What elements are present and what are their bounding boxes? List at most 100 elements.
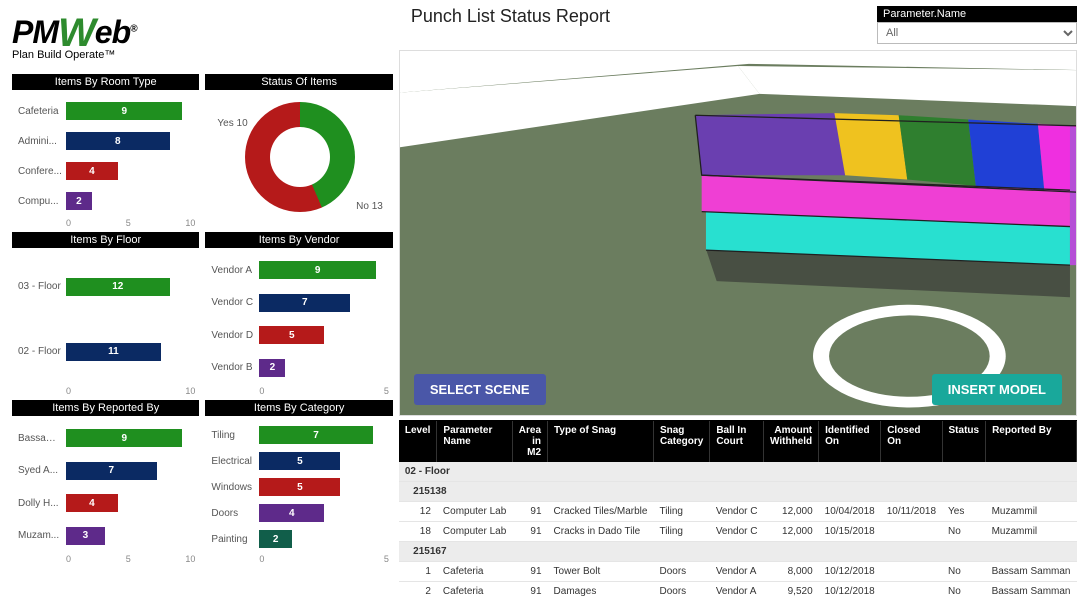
column-header[interactable]: Reported By [986, 421, 1077, 462]
axis-tick: 5 [384, 386, 389, 396]
bar: 7 [259, 294, 350, 312]
column-header[interactable]: Amount Withheld [764, 421, 819, 462]
bar: 8 [66, 132, 170, 150]
axis-tick: 10 [185, 218, 195, 228]
axis-tick: 5 [126, 218, 131, 228]
logo: PMWeb® Plan Build Operate™ [12, 4, 393, 74]
bar-label: Windows [211, 482, 259, 493]
bar-label: Painting [211, 534, 259, 545]
bar: 5 [259, 452, 340, 470]
chart-floor: Items By Floor 03 - Floor12 02 - Floor11 0… [12, 232, 199, 398]
logo-w: W [58, 11, 95, 55]
table-row[interactable]: 2Cafeteria91DamagesDoorsVendor A9,52010/… [399, 582, 1077, 601]
bar-row: Electrical5 [211, 450, 388, 472]
bar-label: Compu... [18, 196, 66, 207]
bar-row: Painting2 [211, 528, 388, 550]
column-header[interactable]: Snag Category [653, 421, 709, 462]
bar-label: Muzam... [18, 530, 66, 541]
bar-label: Cafeteria [18, 106, 66, 117]
bar: 7 [259, 426, 372, 444]
bar-label: Syed A... [18, 465, 66, 476]
insert-model-button[interactable]: INSERT MODEL [932, 374, 1062, 405]
bar-row: Admini...8 [18, 130, 195, 152]
bar: 5 [259, 326, 324, 344]
column-header[interactable]: Closed On [881, 421, 942, 462]
bar-label: Electrical [211, 456, 259, 467]
bar-label: Vendor A [211, 265, 259, 276]
bar-row: Dolly H...4 [18, 492, 195, 514]
bar-row: Vendor A9 [211, 259, 388, 281]
table-group-row[interactable]: 215138 [399, 482, 1077, 502]
axis-tick: 10 [185, 554, 195, 564]
bar: 4 [259, 504, 324, 522]
bar-label: 02 - Floor [18, 346, 66, 357]
select-scene-button[interactable]: SELECT SCENE [414, 374, 546, 405]
axis-tick: 5 [384, 554, 389, 564]
column-header[interactable]: Status [942, 421, 986, 462]
bar-row: Confere...4 [18, 160, 195, 182]
bar-row: Bassam...9 [18, 427, 195, 449]
bar-row: Cafeteria9 [18, 100, 195, 122]
column-header[interactable]: Identified On [819, 421, 881, 462]
bar: 2 [66, 192, 92, 210]
donut-chart [245, 102, 355, 212]
logo-post: eb [95, 14, 130, 50]
column-header[interactable]: Level [399, 421, 437, 462]
table-row[interactable]: 18Computer Lab91Cracks in Dado TileTilin… [399, 522, 1077, 542]
table-row[interactable]: 1Cafeteria91Tower BoltDoorsVendor A8,000… [399, 562, 1077, 582]
bar: 4 [66, 162, 118, 180]
chart-title: Items By Reported By [12, 400, 199, 416]
bar: 9 [66, 429, 182, 447]
table-group-row[interactable]: 02 - Floor [399, 462, 1077, 482]
bar-label: Vendor B [211, 362, 259, 373]
parameter-label: Parameter.Name [877, 6, 1077, 22]
bar: 4 [66, 494, 118, 512]
page-title: Punch List Status Report [411, 6, 877, 27]
axis-tick: 5 [126, 554, 131, 564]
column-header[interactable]: Ball In Court [710, 421, 764, 462]
chart-category: Items By Category Tiling7Electrical5Wind… [205, 400, 392, 566]
bar-label: Bassam... [18, 433, 66, 444]
model-viewer[interactable]: SELECT SCENE INSERT MODEL [399, 50, 1077, 416]
axis-tick: 0 [66, 386, 71, 396]
donut-label-no: No 13 [356, 201, 383, 212]
chart-title: Items By Category [205, 400, 392, 416]
chart-status: Status Of Items Yes 10 No 13 [205, 74, 392, 230]
bar-label: 03 - Floor [18, 281, 66, 292]
chart-reported-by: Items By Reported By Bassam...9 Syed A...… [12, 400, 199, 566]
column-header[interactable]: Area in M2 [512, 421, 547, 462]
column-header[interactable]: Type of Snag [548, 421, 654, 462]
bar: 7 [66, 462, 157, 480]
bar-row: Doors4 [211, 502, 388, 524]
data-table[interactable]: LevelParameter NameArea in M2Type of Sna… [399, 420, 1077, 600]
parameter-select[interactable]: All [877, 22, 1077, 44]
bar-row: Syed A...7 [18, 460, 195, 482]
axis-tick: 0 [66, 218, 71, 228]
bar: 11 [66, 343, 161, 361]
bar: 5 [259, 478, 340, 496]
table-row[interactable]: 12Computer Lab91Cracked Tiles/MarbleTili… [399, 502, 1077, 522]
bar: 12 [66, 278, 170, 296]
bar-label: Dolly H... [18, 498, 66, 509]
axis-tick: 0 [66, 554, 71, 564]
bar-row: Compu...2 [18, 190, 195, 212]
bar-label: Doors [211, 508, 259, 519]
chart-vendor: Items By Vendor Vendor A9 Vendor C7 Vendor… [205, 232, 392, 398]
axis-tick: 0 [259, 386, 264, 396]
bar-row: Vendor D5 [211, 324, 388, 346]
chart-title: Items By Vendor [205, 232, 392, 248]
bar-label: Tiling [211, 430, 259, 441]
bar-row: Vendor C7 [211, 292, 388, 314]
chart-title: Items By Floor [12, 232, 199, 248]
logo-pre: PM [12, 14, 58, 50]
bar-row: Vendor B2 [211, 357, 388, 379]
chart-title: Status Of Items [205, 74, 392, 90]
bar-label: Vendor D [211, 330, 259, 341]
column-header[interactable]: Parameter Name [437, 421, 512, 462]
bar-row: Muzam...3 [18, 525, 195, 547]
table-group-row[interactable]: 215167 [399, 542, 1077, 562]
bar-row: 03 - Floor12 [18, 276, 195, 298]
bar: 3 [66, 527, 105, 545]
axis-tick: 0 [259, 554, 264, 564]
bar-row: Tiling7 [211, 424, 388, 446]
